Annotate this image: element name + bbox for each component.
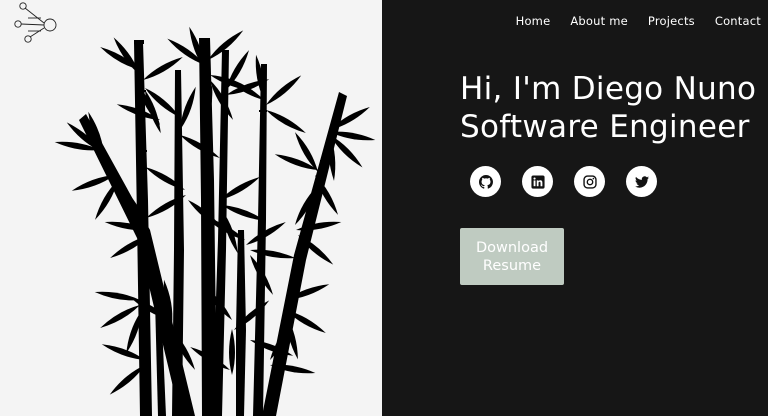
nav-contact[interactable]: Contact bbox=[715, 14, 761, 28]
twitter-link[interactable] bbox=[626, 166, 657, 197]
bamboo-illustration bbox=[54, 25, 376, 416]
download-resume-button[interactable]: Download Resume bbox=[460, 228, 564, 285]
twitter-icon bbox=[634, 175, 649, 188]
linkedin-icon bbox=[530, 174, 545, 189]
download-resume-label-line2: Resume bbox=[482, 257, 542, 274]
hero-greeting: Hi, I'm Diego Nuno bbox=[460, 71, 757, 107]
top-nav: Home About me Projects Contact bbox=[516, 14, 761, 28]
github-link[interactable] bbox=[470, 166, 501, 197]
linkedin-link[interactable] bbox=[522, 166, 553, 197]
nav-projects[interactable]: Projects bbox=[648, 14, 695, 28]
hero-role: Software Engineer bbox=[460, 109, 750, 145]
hero-panel bbox=[382, 0, 768, 416]
github-icon bbox=[478, 174, 493, 189]
bamboo-illustration-panel bbox=[0, 0, 382, 416]
hero-heading: Hi, I'm Diego Nuno Software Engineer bbox=[460, 70, 768, 146]
instagram-icon bbox=[582, 174, 597, 189]
logo-icon[interactable] bbox=[14, 2, 60, 44]
social-links bbox=[470, 166, 657, 197]
nav-home[interactable]: Home bbox=[516, 14, 551, 28]
download-resume-label-line1: Download bbox=[475, 239, 549, 256]
instagram-link[interactable] bbox=[574, 166, 605, 197]
nav-about-me[interactable]: About me bbox=[570, 14, 628, 28]
